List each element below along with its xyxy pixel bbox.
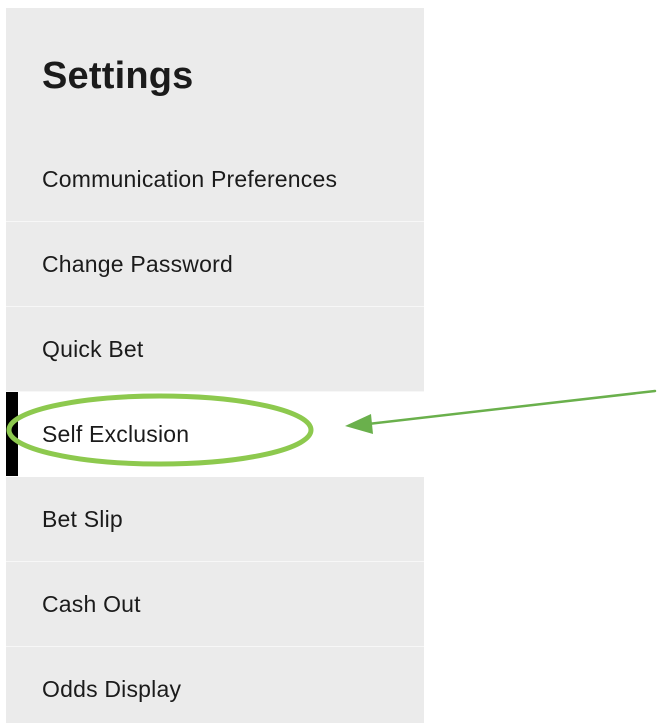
menu-item-self-exclusion[interactable]: Self Exclusion	[6, 392, 424, 477]
stage: Settings Communication Preferences Chang…	[0, 0, 657, 723]
menu-item-quick-bet[interactable]: Quick Bet	[6, 307, 424, 392]
menu-item-label: Bet Slip	[42, 505, 123, 532]
menu-item-odds-display[interactable]: Odds Display	[6, 647, 424, 723]
menu-item-cash-out[interactable]: Cash Out	[6, 562, 424, 647]
menu-item-change-password[interactable]: Change Password	[6, 222, 424, 307]
menu-item-label: Communication Preferences	[42, 165, 338, 192]
menu-item-label: Cash Out	[42, 590, 141, 617]
settings-menu: Communication Preferences Change Passwor…	[6, 137, 424, 723]
menu-item-label: Quick Bet	[42, 335, 144, 362]
page-title: Settings	[42, 55, 194, 97]
settings-sidebar: Settings Communication Preferences Chang…	[6, 8, 424, 723]
menu-item-communication-preferences[interactable]: Communication Preferences	[6, 137, 424, 222]
menu-item-label: Self Exclusion	[42, 420, 190, 447]
menu-item-label: Change Password	[42, 250, 233, 277]
menu-item-label: Odds Display	[42, 676, 182, 702]
menu-item-bet-slip[interactable]: Bet Slip	[6, 477, 424, 562]
